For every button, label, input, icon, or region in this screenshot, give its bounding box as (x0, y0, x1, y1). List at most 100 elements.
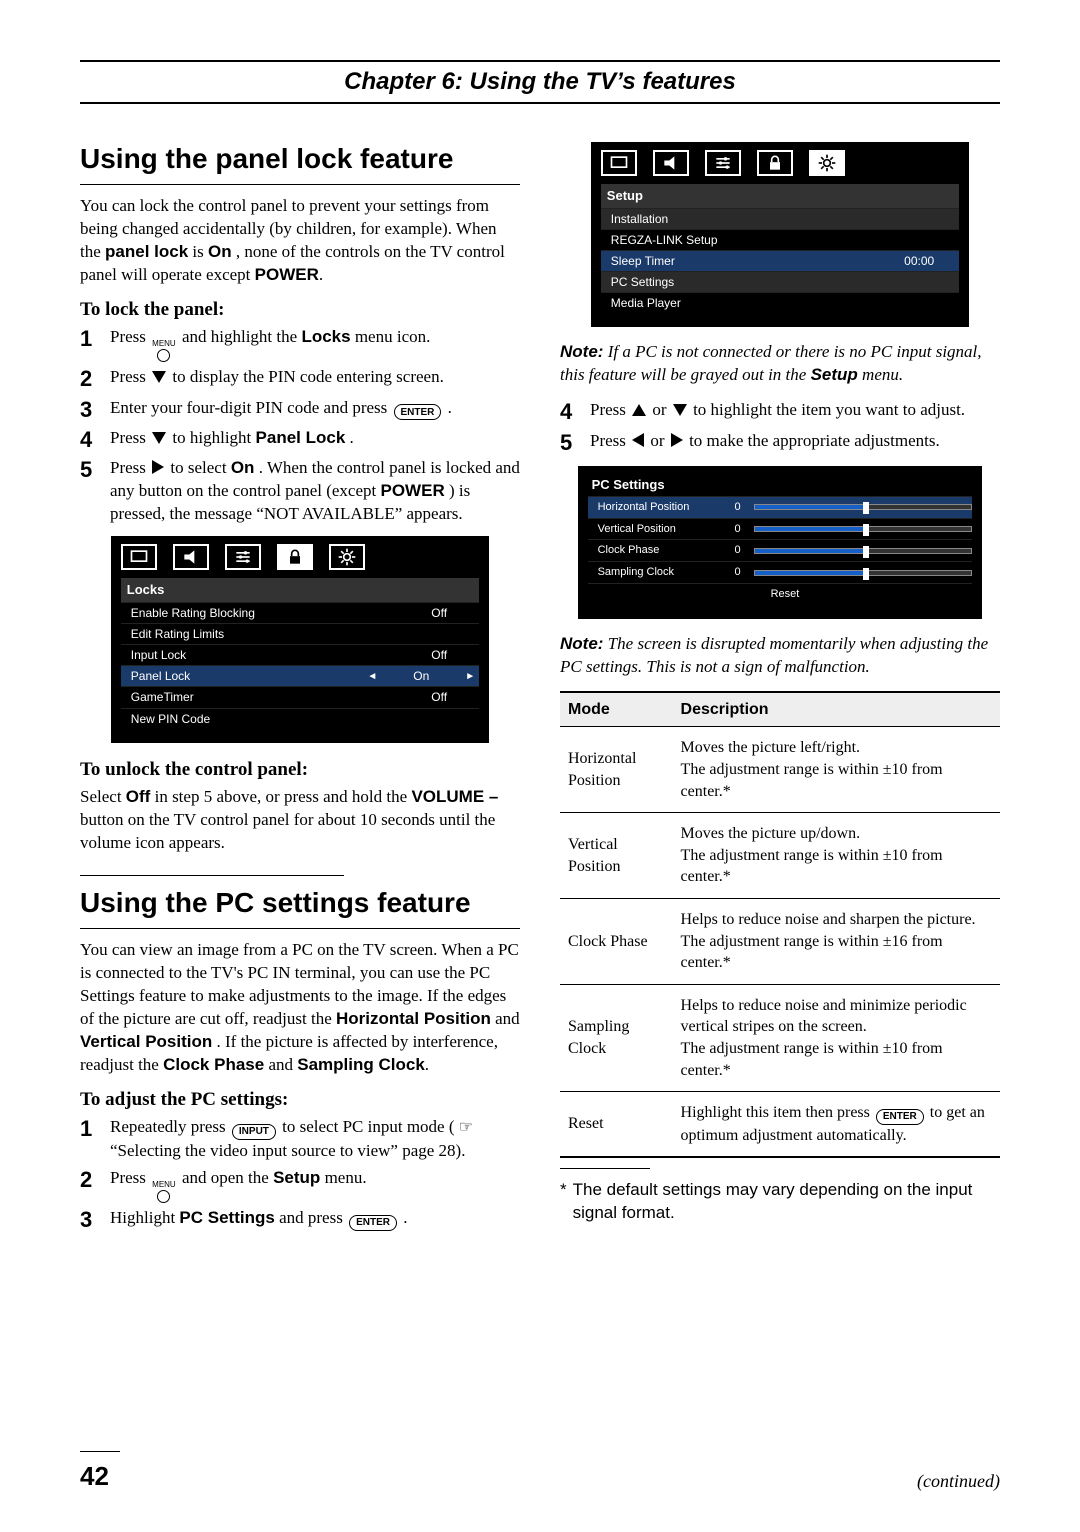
text: . (350, 428, 354, 447)
osd-row: GameTimerOff (121, 686, 479, 707)
osd-row: Installation (601, 208, 959, 229)
bold: POWER (255, 265, 319, 284)
table-cell-desc: Highlight this item then press ENTER to … (673, 1092, 1000, 1158)
text: menu. (862, 365, 903, 384)
arrow-down-icon (152, 371, 166, 383)
right-column: Setup InstallationREGZA-LINK SetupSleep … (560, 132, 1000, 1237)
osd-row: Panel Lock◄On► (121, 665, 479, 686)
text: menu icon. (355, 327, 431, 346)
osd-row-label: Enable Rating Blocking (131, 605, 399, 621)
text: Highlight (110, 1208, 179, 1227)
chapter-title: Chapter 6: Using the TV’s features (80, 68, 1000, 96)
step-2: 2 Press to display the PIN code entering… (80, 366, 520, 392)
slider-track (754, 548, 973, 554)
pc-intro-paragraph: You can view an image from a PC on the T… (80, 939, 520, 1077)
osd-pc-heading: PC Settings (588, 474, 973, 496)
osd-row-label: GameTimer (131, 689, 399, 705)
pointing-hand-icon: ☞ (459, 1119, 473, 1136)
bold: On (231, 458, 255, 477)
preferences-tab-icon (225, 544, 261, 570)
osd-row-value: 0 (728, 522, 748, 537)
step-4: 4 Press or to highlight the item you wan… (560, 399, 1000, 425)
osd-row-label: Clock Phase (598, 543, 728, 558)
setup-tab-icon (329, 544, 365, 570)
picture-tab-icon (601, 150, 637, 176)
table-cell-mode: Clock Phase (560, 898, 673, 984)
table-row: Horizontal PositionMoves the picture lef… (560, 727, 1000, 813)
step-body: Press to select On . When the control pa… (110, 457, 520, 526)
table-row: Sampling ClockHelps to reduce noise and … (560, 984, 1000, 1091)
text: and open the (182, 1168, 273, 1187)
bold: Clock Phase (163, 1055, 264, 1074)
enter-button-icon: ENTER (349, 1215, 397, 1231)
slider-track (754, 504, 973, 510)
arrow-up-icon (632, 404, 646, 416)
slider-thumb (863, 546, 869, 558)
menu-button-icon: MENU (152, 340, 176, 362)
bold: panel lock (105, 242, 188, 261)
note-disruption: Note: The screen is disrupted momentaril… (560, 633, 1000, 679)
text: or (652, 400, 670, 419)
table-cell-desc: Moves the picture up/down.The adjustment… (673, 813, 1000, 899)
step-body: Press to highlight Panel Lock . (110, 427, 520, 450)
bold: Horizontal Position (336, 1009, 491, 1028)
text: is (192, 242, 208, 261)
footnote-rule (560, 1168, 650, 1169)
osd-row: Enable Rating BlockingOff (121, 602, 479, 623)
enter-button-icon: ENTER (876, 1109, 924, 1125)
step-3: 3 Enter your four-digit PIN code and pre… (80, 397, 520, 423)
osd-slider-row: Horizontal Position0 (588, 496, 973, 518)
osd-row-value: On (381, 668, 461, 684)
text: Press (110, 367, 150, 386)
step-body: Press or to make the appropriate adjustm… (590, 430, 1000, 453)
step-3: 3 Highlight PC Settings and press ENTER … (80, 1207, 520, 1233)
osd-row: PC Settings (601, 271, 959, 292)
osd-setup-screenshot: Setup InstallationREGZA-LINK SetupSleep … (591, 142, 969, 327)
text: Press (110, 327, 150, 346)
footnote-text: The default settings may vary depending … (573, 1179, 1000, 1225)
sound-tab-icon (653, 150, 689, 176)
step-body: Press MENU and highlight the Locks menu … (110, 326, 520, 362)
step-number: 2 (80, 1167, 102, 1193)
step-body: Repeatedly press INPUT to select PC inpu… (110, 1116, 520, 1163)
note-label: Note: (560, 634, 603, 653)
menu-label: MENU (152, 1181, 176, 1189)
mode-description-table: Mode Description Horizontal PositionMove… (560, 691, 1000, 1159)
subheading-lock: To lock the panel: (80, 297, 520, 323)
preferences-tab-icon (705, 150, 741, 176)
step-number: 5 (80, 457, 102, 483)
arrow-right-icon: ► (461, 670, 479, 684)
osd-slider-row: Sampling Clock0 (588, 561, 973, 583)
osd-row-value: Off (399, 689, 479, 705)
heading-rule (80, 184, 520, 185)
bold: PC Settings (179, 1208, 274, 1227)
intro-paragraph: You can lock the control panel to preven… (80, 195, 520, 287)
step-number: 4 (560, 399, 582, 425)
osd-row-label: Vertical Position (598, 522, 728, 537)
heading-rule (80, 928, 520, 929)
chapter-title-rule (80, 102, 1000, 104)
step-1: 1 Repeatedly press INPUT to select PC in… (80, 1116, 520, 1163)
text: to display the PIN code entering screen. (172, 367, 443, 386)
text: to highlight the item you want to adjust… (693, 400, 965, 419)
bold: Vertical Position (80, 1032, 212, 1051)
text: and press (279, 1208, 347, 1227)
osd-row: Media Player (601, 292, 959, 313)
osd-row-label: Sleep Timer (611, 253, 879, 269)
osd-tab-row (121, 544, 479, 570)
section-divider (80, 875, 344, 876)
osd-row-label: New PIN Code (131, 711, 399, 727)
left-column: Using the panel lock feature You can loc… (80, 132, 520, 1237)
text: The screen is disrupted momentarily when… (560, 634, 988, 676)
table-cell-desc: Helps to reduce noise and sharpen the pi… (673, 898, 1000, 984)
text: . (448, 398, 452, 417)
osd-row-label: Horizontal Position (598, 500, 728, 515)
text: menu. (325, 1168, 367, 1187)
locks-tab-icon (277, 544, 313, 570)
two-column-layout: Using the panel lock feature You can loc… (80, 132, 1000, 1237)
arrow-left-icon: ◄ (363, 670, 381, 684)
step-body: Highlight PC Settings and press ENTER . (110, 1207, 520, 1231)
bold: Off (126, 787, 151, 806)
slider-track (754, 526, 973, 532)
sound-tab-icon (173, 544, 209, 570)
